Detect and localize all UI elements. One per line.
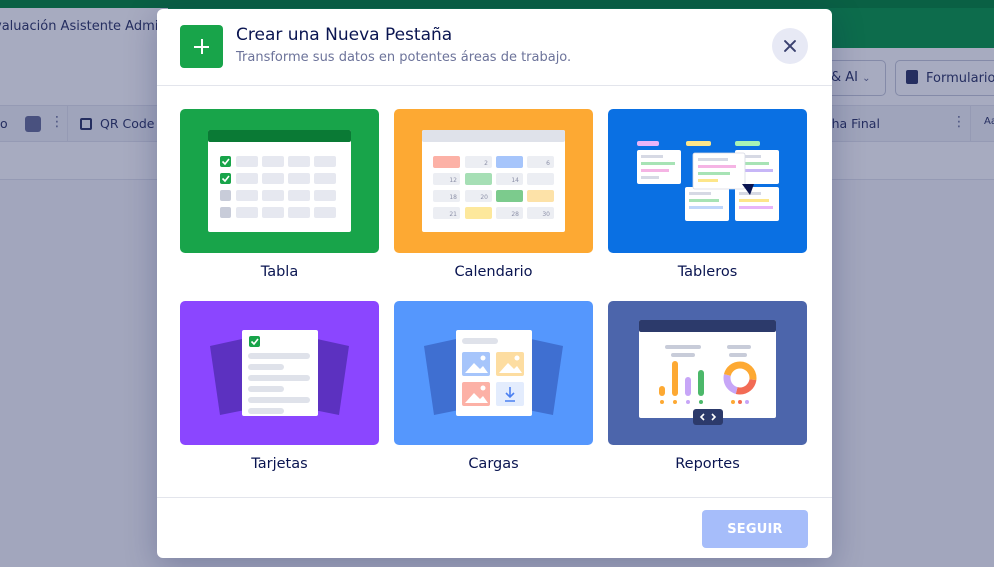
calendar-day: 14 bbox=[511, 177, 519, 184]
calendar-icon: 2 6 12 14 18 20 21 28 30 bbox=[394, 109, 593, 253]
uploads-illustration bbox=[394, 301, 593, 445]
calendar-day: 20 bbox=[480, 194, 488, 201]
calendar-day: 28 bbox=[511, 211, 519, 218]
table-icon bbox=[180, 109, 379, 253]
calendar-day: 2 bbox=[484, 160, 488, 167]
continue-button[interactable]: SEGUIR bbox=[702, 510, 808, 548]
option-uploads-label: Cargas bbox=[468, 456, 519, 472]
calendar-day: 18 bbox=[449, 194, 457, 201]
option-table-label: Tabla bbox=[260, 264, 299, 280]
calendar-illustration: 2 6 12 14 18 20 21 28 30 bbox=[394, 109, 593, 253]
option-reports-label: Reportes bbox=[675, 456, 740, 472]
calendar-day: 12 bbox=[449, 177, 457, 184]
option-boards-label: Tableros bbox=[677, 264, 738, 280]
cards-icon bbox=[180, 301, 379, 445]
option-calendar-label: Calendario bbox=[454, 264, 533, 280]
modal-subtitle: Transforme sus datos en potentes áreas d… bbox=[236, 50, 572, 65]
table-illustration bbox=[180, 109, 379, 253]
uploads-icon bbox=[394, 301, 593, 445]
boards-illustration bbox=[608, 109, 807, 253]
calendar-day: 6 bbox=[546, 160, 550, 167]
plus-icon bbox=[180, 25, 223, 68]
calendar-day: 21 bbox=[449, 211, 457, 218]
new-tab-modal: Crear una Nueva Pestaña Transforme sus d… bbox=[157, 9, 832, 558]
modal-title: Crear una Nueva Pestaña bbox=[236, 25, 453, 45]
modal-header: Crear una Nueva Pestaña Transforme sus d… bbox=[157, 9, 832, 86]
modal-footer: SEGUIR bbox=[157, 497, 832, 558]
cards-illustration bbox=[180, 301, 379, 445]
calendar-day: 30 bbox=[542, 211, 550, 218]
reports-icon bbox=[608, 301, 807, 445]
reports-illustration bbox=[608, 301, 807, 445]
option-cards-label: Tarjetas bbox=[251, 456, 308, 472]
close-icon[interactable] bbox=[772, 28, 808, 64]
boards-icon bbox=[608, 109, 807, 253]
